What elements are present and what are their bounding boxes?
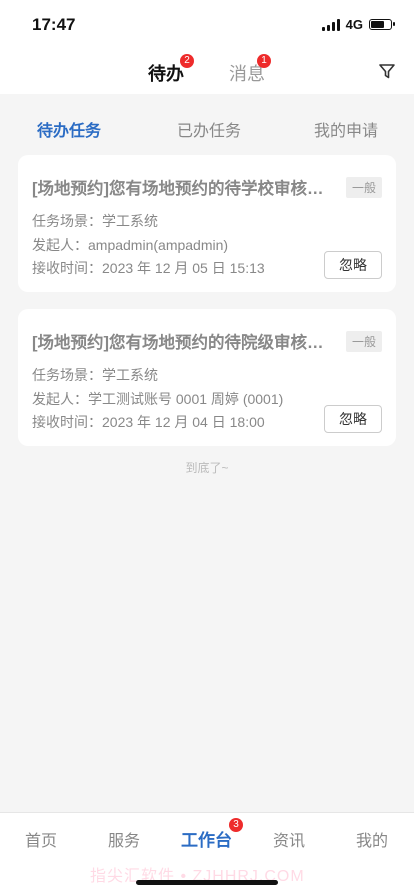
task-time-row: 接收时间：2023 年 12 月 05 日 15:13: [32, 258, 265, 278]
tabbar-item-services[interactable]: 服务: [108, 827, 140, 851]
status-time: 17:47: [32, 15, 76, 34]
tabbar-item-news[interactable]: 资讯: [273, 827, 305, 851]
subtab-pending-tasks[interactable]: 待办任务: [37, 117, 101, 141]
task-time-label: 接收时间：: [32, 414, 102, 430]
tab-messages-badge: 1: [257, 54, 271, 68]
task-sender-row: 发起人：ampadmin(ampadmin): [32, 235, 228, 255]
task-card[interactable]: [场地预约]您有场地预约的待学校审核事项 一般 任务场景：学工系统 发起人：am…: [18, 155, 396, 292]
task-title: [场地预约]您有场地预约的待院级审核事项: [32, 334, 332, 352]
tabbar-item-mine[interactable]: 我的: [356, 827, 388, 851]
task-time-row: 接收时间：2023 年 12 月 04 日 18:00: [32, 412, 265, 432]
status-indicators: 4G: [321, 17, 395, 32]
task-title: [场地预约]您有场地预约的待学校审核事项: [32, 180, 332, 198]
ignore-button[interactable]: 忽略: [324, 405, 382, 433]
task-card[interactable]: [场地预约]您有场地预约的待院级审核事项 一般 任务场景：学工系统 发起人：学工…: [18, 309, 396, 446]
priority-tag: 一般: [345, 331, 382, 352]
tabbar-workbench-badge: 3: [229, 818, 243, 832]
tabbar-item-home[interactable]: 首页: [25, 827, 57, 851]
task-sender-row: 发起人：学工测试账号 0001 周婷 (0001): [32, 389, 283, 409]
task-scene-row: 任务场景：学工系统: [32, 211, 158, 231]
task-scene-row: 任务场景：学工系统: [32, 365, 158, 385]
tab-todo[interactable]: 待办: [148, 60, 184, 86]
task-time: 2023 年 12 月 04 日 18:00: [102, 414, 265, 430]
task-sender-label: 发起人：: [32, 237, 88, 253]
tab-todo-badge: 2: [180, 54, 194, 68]
task-time: 2023 年 12 月 05 日 15:13: [102, 260, 265, 276]
task-sender-label: 发起人：: [32, 391, 88, 407]
ignore-button[interactable]: 忽略: [324, 251, 382, 279]
tab-todo-label: 待办: [148, 64, 184, 84]
tabbar-item-workbench[interactable]: 工作台: [181, 826, 232, 851]
sub-tabs: 待办任务 已办任务 我的申请: [0, 94, 414, 152]
home-indicator[interactable]: [136, 880, 278, 885]
task-scene: 学工系统: [102, 367, 158, 383]
subtab-my-applications[interactable]: 我的申请: [314, 117, 378, 141]
filter-icon[interactable]: [378, 62, 396, 80]
top-nav: 待办 2 消息 1: [0, 48, 414, 94]
task-scene-label: 任务场景：: [32, 367, 102, 383]
task-scene: 学工系统: [102, 213, 158, 229]
task-sender: 学工测试账号 0001 周婷 (0001): [88, 391, 284, 407]
task-sender: ampadmin(ampadmin): [88, 237, 229, 253]
priority-tag: 一般: [345, 177, 382, 198]
signal-icon: [321, 18, 340, 31]
task-scene-label: 任务场景：: [32, 213, 102, 229]
network-type: 4G: [345, 17, 363, 32]
task-time-label: 接收时间：: [32, 260, 102, 276]
battery-icon: [369, 19, 395, 30]
status-bar: 17:47 4G: [0, 0, 414, 48]
subtab-done-tasks[interactable]: 已办任务: [177, 117, 241, 141]
end-of-list-note: 到底了~: [185, 461, 229, 475]
